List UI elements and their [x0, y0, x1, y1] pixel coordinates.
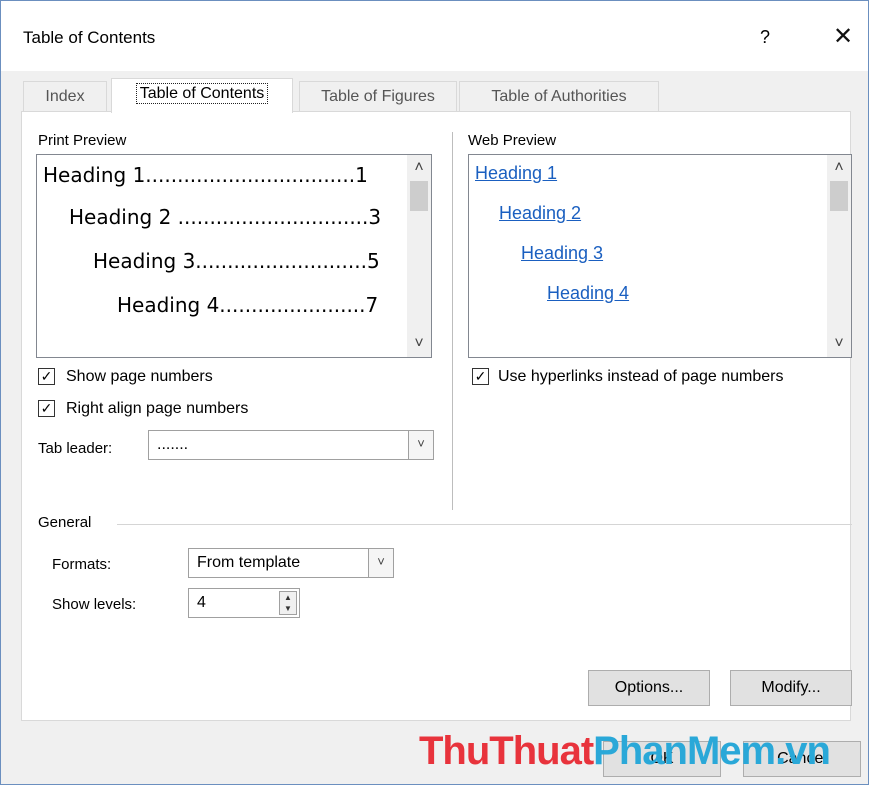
tab-table-of-figures[interactable]: Table of Figures — [299, 81, 457, 113]
general-section-label: General — [38, 514, 92, 531]
print-preview-box: Heading 1...............................… — [36, 154, 432, 358]
table-of-contents-dialog: Table of Contents ? ✕ Index Table of Con… — [0, 0, 869, 785]
print-preview-label: Print Preview — [38, 132, 127, 149]
watermark-part1: ThuThuat — [419, 729, 594, 773]
formats-label: Formats: — [52, 556, 112, 573]
print-preview-scrollbar[interactable]: ˄ ˅ — [407, 155, 431, 357]
right-align-label: Right align page numbers — [66, 400, 249, 417]
tab-index[interactable]: Index — [23, 81, 107, 113]
print-preview-line: Heading 1...............................… — [43, 163, 368, 187]
scroll-down-icon[interactable]: ˅ — [827, 333, 851, 355]
tab-label: Table of Contents — [135, 83, 269, 104]
vertical-divider — [452, 132, 453, 510]
modify-button[interactable]: Modify... — [730, 670, 852, 706]
web-preview-link[interactable]: Heading 1 — [475, 163, 557, 184]
tab-leader-value: ....... — [157, 436, 189, 453]
web-preview-box: Heading 1 Heading 2 Heading 3 Heading 4 … — [468, 154, 852, 358]
stepper-buttons[interactable]: ▲ ▼ — [279, 591, 297, 615]
formats-value: From template — [197, 554, 301, 571]
close-icon[interactable]: ✕ — [823, 17, 863, 57]
title-bar: Table of Contents ? ✕ — [1, 1, 868, 71]
tab-leader-select[interactable]: ....... ˅ — [148, 430, 434, 460]
scroll-up-icon[interactable]: ˄ — [407, 157, 431, 179]
formats-select[interactable]: From template ˅ — [188, 548, 394, 578]
decrement-icon[interactable]: ▼ — [280, 603, 296, 614]
chevron-down-icon[interactable]: ˅ — [368, 549, 393, 577]
show-page-numbers-checkbox[interactable]: ✓ — [38, 368, 55, 385]
use-hyperlinks-checkbox[interactable]: ✓ — [472, 368, 489, 385]
options-button[interactable]: Options... — [588, 670, 710, 706]
print-preview-line: Heading 4.......................7 — [117, 293, 379, 317]
scroll-up-icon[interactable]: ˄ — [827, 157, 851, 179]
dialog-title: Table of Contents — [23, 28, 156, 47]
chevron-down-icon[interactable]: ˅ — [408, 431, 433, 459]
show-levels-stepper[interactable]: 4 ▲ ▼ — [188, 588, 300, 618]
tab-table-of-contents[interactable]: Table of Contents — [111, 78, 293, 113]
watermark-logo: ThuThuatPhanMem.vn — [419, 729, 831, 774]
increment-icon[interactable]: ▲ — [280, 592, 296, 603]
scrollbar-thumb[interactable] — [830, 181, 848, 211]
right-align-checkbox[interactable]: ✓ — [38, 400, 55, 417]
show-page-numbers-label: Show page numbers — [66, 368, 213, 385]
web-preview-label: Web Preview — [468, 132, 557, 149]
print-preview-line: Heading 3...........................5 — [93, 249, 380, 273]
web-preview-link[interactable]: Heading 2 — [499, 203, 581, 224]
watermark-part2: PhanMem.vn — [593, 729, 831, 773]
web-preview-scrollbar[interactable]: ˄ ˅ — [827, 155, 851, 357]
web-preview-link[interactable]: Heading 4 — [547, 283, 629, 304]
tab-table-of-authorities[interactable]: Table of Authorities — [459, 81, 659, 113]
tab-panel: Print Preview Heading 1.................… — [21, 111, 852, 721]
help-button[interactable]: ? — [747, 17, 783, 57]
show-levels-label: Show levels: — [52, 596, 137, 613]
print-preview-line: Heading 2 ..............................… — [69, 205, 382, 229]
scrollbar-thumb[interactable] — [410, 181, 428, 211]
use-hyperlinks-label: Use hyperlinks instead of page numbers — [498, 368, 784, 385]
horizontal-divider — [117, 524, 852, 525]
scroll-down-icon[interactable]: ˅ — [407, 333, 431, 355]
show-levels-value: 4 — [197, 594, 206, 611]
web-preview-link[interactable]: Heading 3 — [521, 243, 603, 264]
tab-leader-label: Tab leader: — [38, 440, 113, 457]
